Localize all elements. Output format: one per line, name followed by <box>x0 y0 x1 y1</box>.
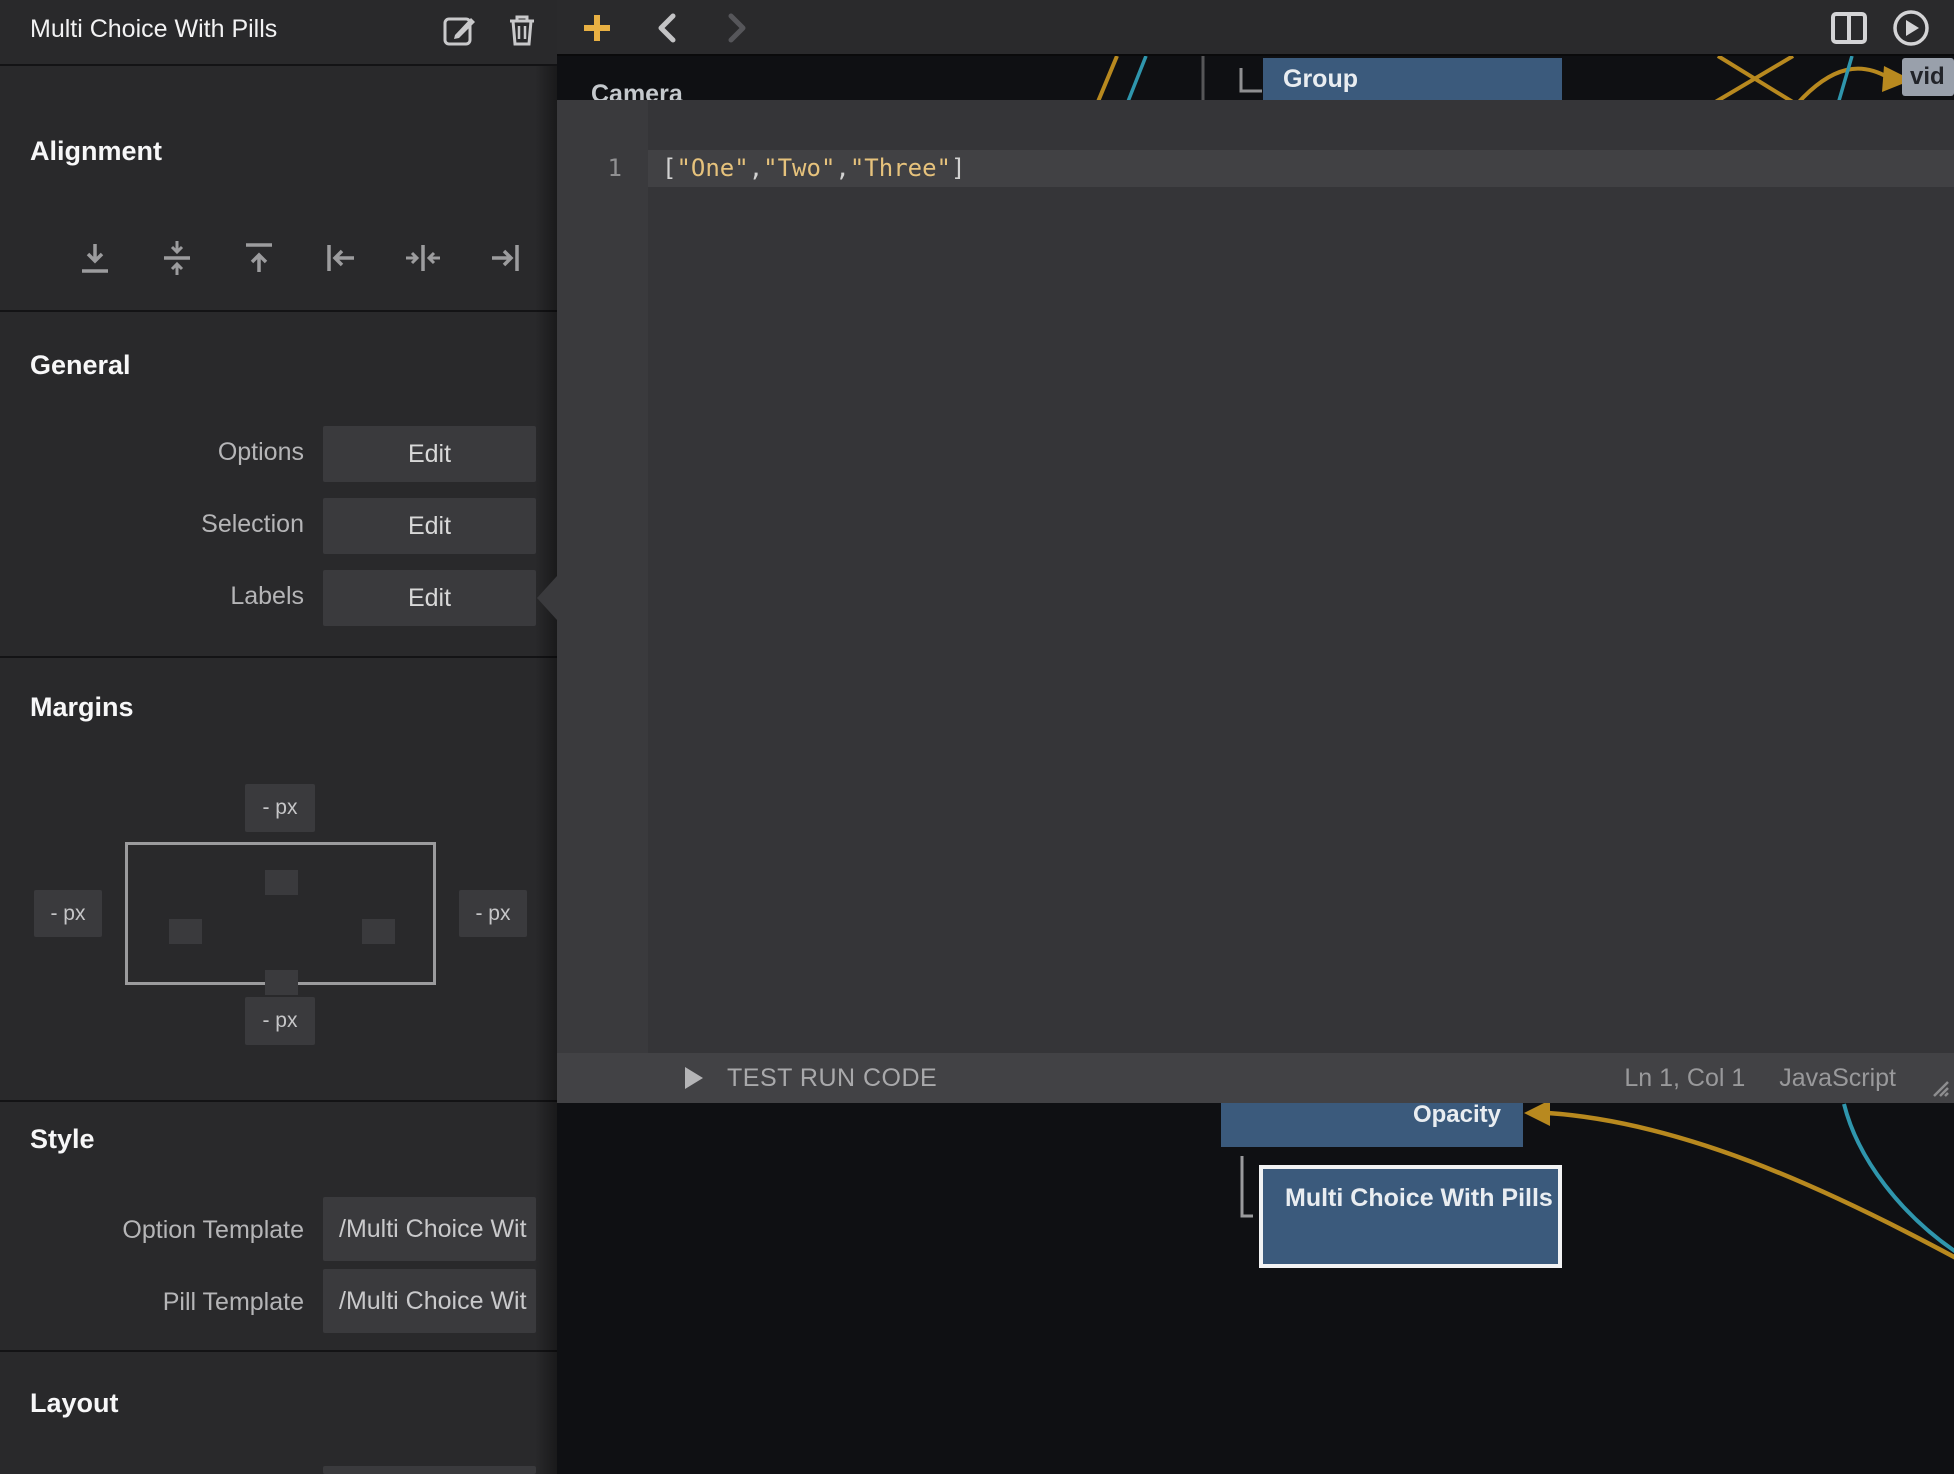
wire-teal <box>1838 56 1852 104</box>
code-string: "One" <box>676 154 748 182</box>
align-bottom-button[interactable] <box>77 240 113 276</box>
wire-orange <box>1097 56 1117 104</box>
resize-grip[interactable] <box>1924 1076 1950 1098</box>
section-layout: Layout <box>0 1352 557 1474</box>
plus-icon <box>581 12 613 44</box>
margin-left-input[interactable]: - px <box>34 890 102 937</box>
align-top-icon <box>241 240 277 276</box>
line-number: 1 <box>557 150 648 187</box>
node-bracket <box>1242 1156 1253 1216</box>
labels-label: Labels <box>0 582 304 611</box>
node-opacity-label: Opacity <box>1413 1101 1501 1129</box>
margin-right-input[interactable]: - px <box>459 890 527 937</box>
editor-gutter <box>557 100 648 1053</box>
add-node-button[interactable] <box>575 0 619 56</box>
editor-language: JavaScript <box>1779 1064 1896 1093</box>
group-bracket-top <box>1241 68 1262 91</box>
run-icon <box>683 1065 705 1091</box>
margins-box-diagram <box>125 842 436 985</box>
editor-line-1[interactable]: 1 ["One","Two","Three"] <box>557 150 1954 187</box>
code-string: "Two" <box>763 154 835 182</box>
section-title: General <box>30 350 131 381</box>
chevron-left-icon <box>657 13 677 43</box>
margin-top-handle[interactable] <box>265 870 298 895</box>
node-multi-choice-with-pills[interactable]: Multi Choice With Pills <box>1259 1165 1562 1268</box>
section-title: Style <box>30 1124 95 1155</box>
layout-partial-control[interactable] <box>323 1466 536 1474</box>
play-circle-icon <box>1892 9 1930 47</box>
align-left-icon <box>323 240 359 276</box>
code-punctuation: ] <box>951 154 965 182</box>
section-style: Style Option Template /Multi Choice Wit … <box>0 1102 557 1350</box>
wire-orange <box>1548 1113 1954 1258</box>
align-vertical-center-icon <box>159 240 195 276</box>
labels-edit-button[interactable]: Edit <box>323 570 536 626</box>
section-title: Alignment <box>30 136 162 167</box>
code-punctuation: [ <box>662 154 676 182</box>
test-run-code-button[interactable]: TEST RUN CODE <box>683 1053 937 1103</box>
popover-arrow <box>537 576 557 620</box>
code-string: "Three" <box>850 154 951 182</box>
history-back-button[interactable] <box>649 0 685 56</box>
run-patch-button[interactable] <box>1887 0 1935 56</box>
sidebar-header: Multi Choice With Pills <box>0 0 557 64</box>
pill-template-label: Pill Template <box>0 1288 304 1317</box>
properties-sidebar: Multi Choice With Pills Alignment <box>0 0 557 1474</box>
code-text[interactable]: ["One","Two","Three"] <box>662 150 965 187</box>
editor-statusbar: TEST RUN CODE Ln 1, Col 1 JavaScript <box>557 1053 1954 1103</box>
margin-left-handle[interactable] <box>169 919 202 944</box>
selection-edit-button[interactable]: Edit <box>323 498 536 554</box>
options-label: Options <box>0 438 304 467</box>
align-horizontal-center-button[interactable] <box>405 240 441 276</box>
alignment-buttons <box>0 240 557 276</box>
margin-right-handle[interactable] <box>362 919 395 944</box>
options-edit-button[interactable]: Edit <box>323 426 536 482</box>
align-top-button[interactable] <box>241 240 277 276</box>
section-general: General Options Edit Selection Edit Labe… <box>0 312 557 656</box>
pill-template-value[interactable]: /Multi Choice Wit <box>323 1269 536 1333</box>
option-template-label: Option Template <box>0 1216 304 1245</box>
section-margins: Margins - px - px - px - px <box>0 658 557 1100</box>
split-view-icon <box>1831 12 1867 44</box>
code-punctuation: , <box>835 154 849 182</box>
align-right-button[interactable] <box>487 240 523 276</box>
section-title: Margins <box>30 692 134 723</box>
chevron-right-icon <box>727 13 747 43</box>
wire-teal <box>1127 56 1146 104</box>
op-title: Multi Choice With Pills <box>30 15 277 44</box>
app-root: Camera Group vid Opacity Multi Choice Wi… <box>0 0 1954 1474</box>
option-template-value[interactable]: /Multi Choice Wit <box>323 1197 536 1261</box>
delete-op-button[interactable] <box>506 13 538 52</box>
section-alignment: Alignment <box>0 66 557 310</box>
split-view-button[interactable] <box>1825 0 1873 56</box>
align-right-icon <box>487 240 523 276</box>
test-run-code-label: TEST RUN CODE <box>727 1064 937 1093</box>
section-title: Layout <box>30 1388 119 1419</box>
edit-icon <box>442 13 478 47</box>
trash-icon <box>506 13 538 47</box>
code-punctuation: , <box>749 154 763 182</box>
margin-bottom-input[interactable]: - px <box>245 997 315 1045</box>
align-horizontal-center-icon <box>405 240 441 276</box>
margin-bottom-handle[interactable] <box>265 970 298 995</box>
selection-label: Selection <box>0 510 304 539</box>
cursor-position: Ln 1, Col 1 <box>1624 1064 1745 1093</box>
code-editor-popover: 1 ["One","Two","Three"] TEST RUN CODE Ln… <box>557 100 1954 1103</box>
align-bottom-icon <box>77 240 113 276</box>
align-vertical-center-button[interactable] <box>159 240 195 276</box>
node-vid[interactable]: vid <box>1902 58 1954 96</box>
history-forward-button[interactable] <box>719 0 755 56</box>
margin-top-input[interactable]: - px <box>245 784 315 832</box>
graph-toolbar <box>557 0 1954 56</box>
rename-op-button[interactable] <box>442 13 478 52</box>
wire-arrowhead <box>1524 1100 1550 1126</box>
align-left-button[interactable] <box>323 240 359 276</box>
node-group[interactable]: Group <box>1263 58 1562 100</box>
